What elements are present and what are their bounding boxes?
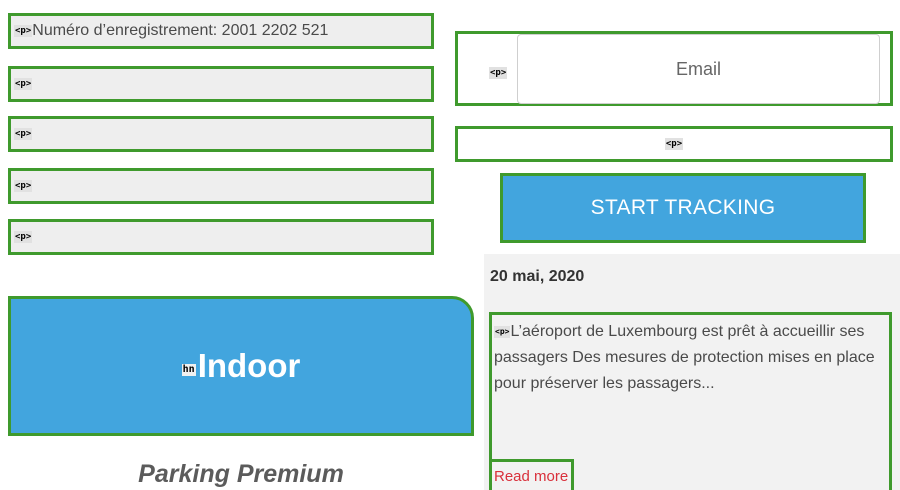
- p-tag-marker: <p>: [494, 326, 511, 338]
- news-card: 20 mai, 2020 <p>L’aéroport de Luxembourg…: [484, 254, 900, 490]
- hn-tag-marker: hn: [181, 364, 196, 376]
- news-excerpt-text: L’aéroport de Luxembourg est prêt à accu…: [494, 323, 875, 392]
- news-date: 20 mai, 2020: [490, 268, 585, 285]
- parking-premium-title: Parking Premium: [138, 460, 344, 488]
- p-tag-marker: <p>: [664, 138, 684, 150]
- p-tag-marker: <p>: [14, 78, 33, 90]
- p-tag-marker: <p>: [14, 180, 33, 192]
- email-input[interactable]: [517, 34, 880, 104]
- registration-line: <p>: [8, 219, 434, 255]
- registration-line: <p> Numéro d’enregistrement: 2001 2202 5…: [8, 13, 434, 49]
- p-tag-marker: <p>: [14, 231, 33, 243]
- tracking-status-paragraph: <p>: [455, 126, 893, 162]
- read-more-link[interactable]: Read more: [489, 459, 575, 490]
- registration-number-text: Numéro d’enregistrement: 2001 2202 521: [32, 22, 329, 39]
- start-tracking-button[interactable]: START TRACKING: [500, 173, 866, 243]
- p-tag-marker: <p>: [489, 67, 508, 79]
- registration-line: <p>: [8, 168, 434, 204]
- registration-line: <p>: [8, 66, 434, 102]
- email-row: <p>: [455, 31, 893, 106]
- indoor-heading: hn Indoor: [181, 347, 301, 385]
- p-tag-marker: <p>: [14, 128, 33, 140]
- registration-line: <p>: [8, 116, 434, 152]
- indoor-card[interactable]: hn Indoor: [8, 296, 474, 436]
- indoor-title-text: Indoor: [197, 347, 301, 384]
- p-tag-marker: <p>: [14, 25, 33, 37]
